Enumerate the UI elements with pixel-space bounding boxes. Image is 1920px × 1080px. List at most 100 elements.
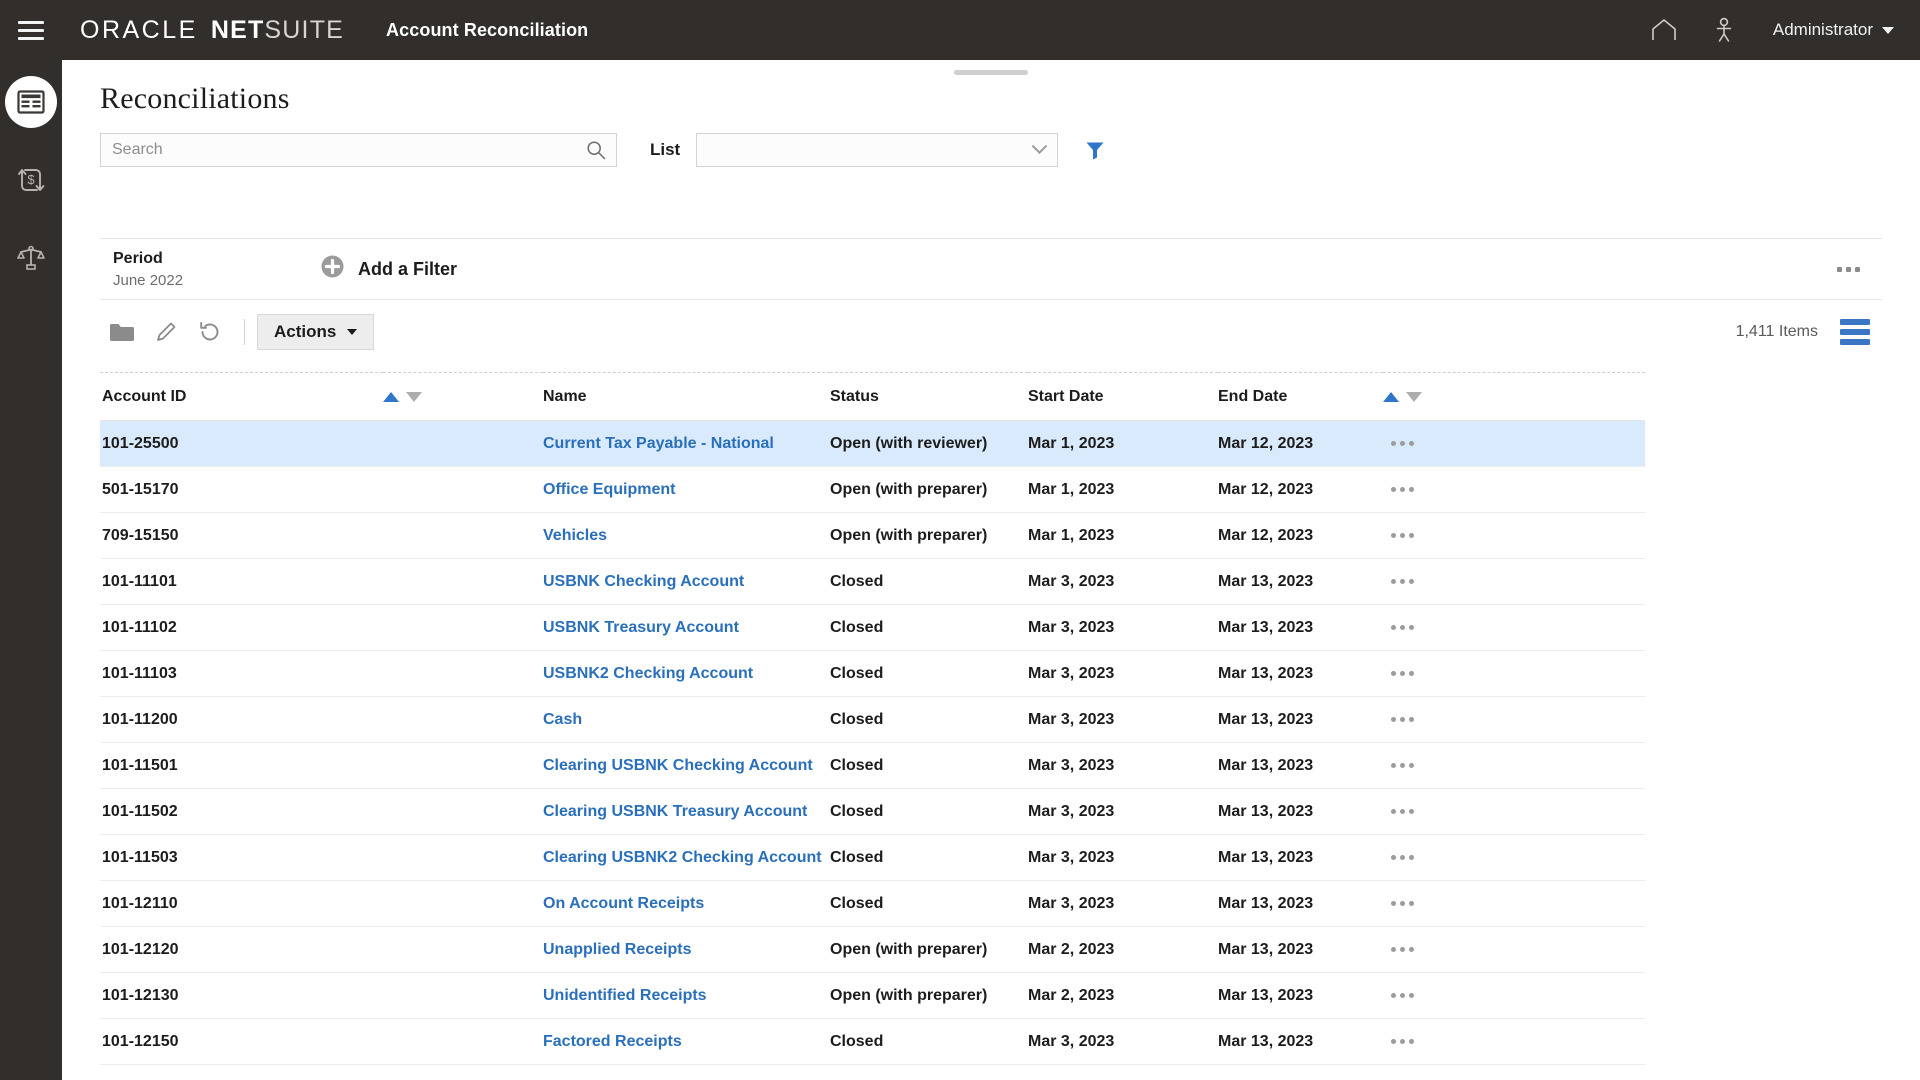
cell-row-actions[interactable] — [1383, 605, 1645, 651]
cell-name[interactable]: USBNK2 Checking Account — [543, 651, 830, 697]
reconciliation-link[interactable]: Office Equipment — [543, 481, 675, 498]
table-row[interactable]: 101-11200CashClosedMar 3, 2023Mar 13, 20… — [100, 697, 1645, 743]
table-row[interactable]: 101-25500Current Tax Payable - NationalO… — [100, 421, 1645, 467]
cell-name[interactable]: USBNK Treasury Account — [543, 605, 830, 651]
reconciliation-link[interactable]: USBNK Treasury Account — [543, 619, 739, 636]
reconciliation-link[interactable]: Clearing USBNK2 Checking Account — [543, 849, 822, 866]
sort-arrows-account-id[interactable] — [383, 392, 422, 402]
reconciliation-link[interactable]: Unidentified Receipts — [543, 987, 707, 1004]
cell-row-actions[interactable] — [1383, 835, 1645, 881]
search-input[interactable] — [101, 134, 556, 166]
row-more-icon[interactable] — [1383, 893, 1422, 914]
row-more-icon[interactable] — [1383, 479, 1422, 500]
row-more-icon[interactable] — [1383, 985, 1422, 1006]
reconciliation-link[interactable]: Unapplied Receipts — [543, 941, 691, 958]
sidebar-item-transaction-matching[interactable]: $ — [5, 154, 57, 206]
reconciliation-link[interactable]: USBNK Checking Account — [543, 573, 744, 590]
sort-ascending-icon[interactable] — [383, 392, 399, 402]
add-filter-button[interactable]: Add a Filter — [320, 254, 457, 284]
sidebar-item-balances[interactable] — [5, 232, 57, 284]
table-row[interactable]: 101-12110On Account ReceiptsClosedMar 3,… — [100, 881, 1645, 927]
sort-control-end-date[interactable] — [1383, 373, 1645, 421]
reconciliation-link[interactable]: USBNK2 Checking Account — [543, 665, 753, 682]
table-row[interactable]: 101-12150Factored ReceiptsClosedMar 3, 2… — [100, 1019, 1645, 1065]
table-row[interactable]: 709-15150VehiclesOpen (with preparer)Mar… — [100, 513, 1645, 559]
sidebar-item-reconciliations[interactable] — [5, 76, 57, 128]
cell-name[interactable]: On Account Receipts — [543, 881, 830, 927]
reconciliation-link[interactable]: Vehicles — [543, 527, 607, 544]
cell-row-actions[interactable] — [1383, 881, 1645, 927]
row-more-icon[interactable] — [1383, 663, 1422, 684]
row-more-icon[interactable] — [1383, 1031, 1422, 1052]
cell-name[interactable]: USBNK Checking Account — [543, 559, 830, 605]
table-row[interactable]: 101-11102USBNK Treasury AccountClosedMar… — [100, 605, 1645, 651]
refresh-icon[interactable] — [188, 312, 232, 352]
column-header-start-date[interactable]: Start Date — [1028, 373, 1218, 421]
cell-row-actions[interactable] — [1383, 421, 1645, 467]
user-menu[interactable]: Administrator — [1773, 20, 1894, 40]
reconciliation-link[interactable]: Factored Receipts — [543, 1033, 682, 1050]
reconciliation-link[interactable]: On Account Receipts — [543, 895, 704, 912]
cell-name[interactable]: Clearing USBNK Treasury Account — [543, 789, 830, 835]
row-more-icon[interactable] — [1383, 755, 1422, 776]
home-icon[interactable] — [1647, 13, 1681, 47]
cell-name[interactable]: Office Equipment — [543, 467, 830, 513]
cell-name[interactable]: Unapplied Receipts — [543, 927, 830, 973]
sort-ascending-icon[interactable] — [1383, 392, 1399, 402]
column-header-name[interactable]: Name — [543, 373, 830, 421]
row-more-icon[interactable] — [1383, 525, 1422, 546]
cell-name[interactable]: Factored Receipts — [543, 1019, 830, 1065]
table-row[interactable]: 101-11502Clearing USBNK Treasury Account… — [100, 789, 1645, 835]
person-icon[interactable] — [1707, 13, 1741, 47]
cell-name[interactable]: Clearing USBNK2 Checking Account — [543, 835, 830, 881]
filter-funnel-icon[interactable] — [1084, 139, 1106, 161]
list-view-icon[interactable] — [1840, 319, 1870, 345]
row-more-icon[interactable] — [1383, 433, 1422, 454]
actions-button[interactable]: Actions — [257, 314, 374, 350]
folder-icon[interactable] — [100, 312, 144, 352]
cell-row-actions[interactable] — [1383, 1065, 1645, 1080]
cell-row-actions[interactable] — [1383, 559, 1645, 605]
cell-name[interactable]: Remittance — [543, 1065, 830, 1080]
sort-control-account-id[interactable] — [383, 373, 543, 421]
table-row[interactable]: 101-12130Unidentified ReceiptsOpen (with… — [100, 973, 1645, 1019]
column-header-end-date[interactable]: End Date — [1218, 373, 1383, 421]
pencil-icon[interactable] — [144, 312, 188, 352]
filter-chip-period[interactable]: Period June 2022 — [100, 250, 305, 289]
column-header-account-id[interactable]: Account ID — [100, 373, 383, 421]
column-header-status[interactable]: Status — [830, 373, 1028, 421]
table-row[interactable]: 101-12120Unapplied ReceiptsOpen (with pr… — [100, 927, 1645, 973]
row-more-icon[interactable] — [1383, 571, 1422, 592]
cell-row-actions[interactable] — [1383, 927, 1645, 973]
cell-row-actions[interactable] — [1383, 789, 1645, 835]
list-select[interactable] — [696, 133, 1058, 167]
cell-row-actions[interactable] — [1383, 467, 1645, 513]
search-box[interactable] — [100, 133, 617, 167]
cell-name[interactable]: Unidentified Receipts — [543, 973, 830, 1019]
sort-descending-icon[interactable] — [406, 392, 422, 402]
table-row[interactable]: 101-11101USBNK Checking AccountClosedMar… — [100, 559, 1645, 605]
cell-name[interactable]: Clearing USBNK Checking Account — [543, 743, 830, 789]
cell-row-actions[interactable] — [1383, 743, 1645, 789]
row-more-icon[interactable] — [1383, 939, 1422, 960]
hamburger-menu-icon[interactable] — [0, 0, 62, 60]
table-row[interactable]: 101-11501Clearing USBNK Checking Account… — [100, 743, 1645, 789]
sort-descending-icon[interactable] — [1406, 392, 1422, 402]
cell-row-actions[interactable] — [1383, 651, 1645, 697]
cell-row-actions[interactable] — [1383, 1019, 1645, 1065]
panel-drag-handle[interactable] — [954, 70, 1028, 75]
reconciliation-link[interactable]: Current Tax Payable - National — [543, 435, 774, 452]
table-row[interactable]: 501-15170Office EquipmentOpen (with prep… — [100, 467, 1645, 513]
cell-name[interactable]: Current Tax Payable - National — [543, 421, 830, 467]
table-row[interactable]: 101-11503Clearing USBNK2 Checking Accoun… — [100, 835, 1645, 881]
row-more-icon[interactable] — [1383, 847, 1422, 868]
row-more-icon[interactable] — [1383, 801, 1422, 822]
sort-arrows-end-date[interactable] — [1383, 392, 1422, 402]
reconciliation-link[interactable]: Cash — [543, 711, 582, 728]
row-more-icon[interactable] — [1383, 617, 1422, 638]
table-row[interactable]: 101-12160RemittanceClosedMar 3, 2023Mar … — [100, 1065, 1645, 1080]
cell-row-actions[interactable] — [1383, 513, 1645, 559]
cell-name[interactable]: Cash — [543, 697, 830, 743]
reconciliation-link[interactable]: Clearing USBNK Checking Account — [543, 757, 813, 774]
more-options-icon[interactable] — [1829, 259, 1868, 280]
